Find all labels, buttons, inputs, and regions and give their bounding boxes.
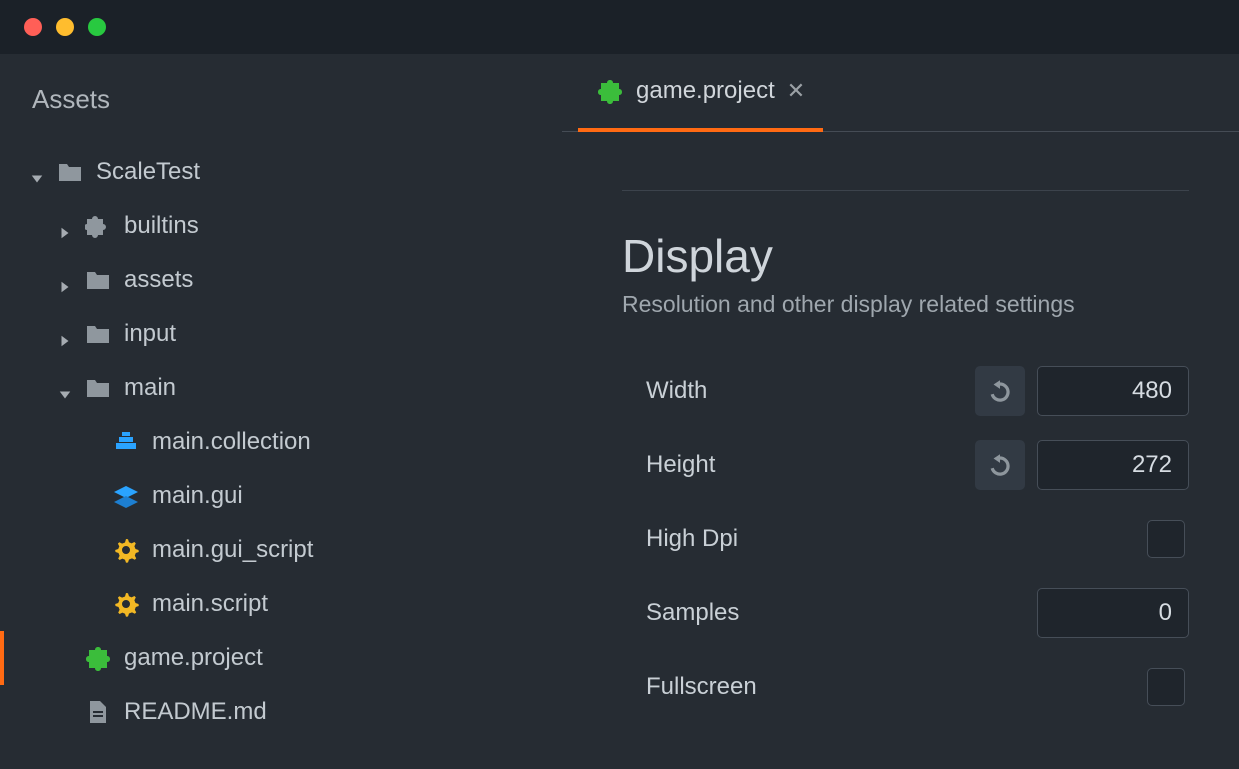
jigsaw-piece-icon xyxy=(596,77,624,105)
height-input[interactable] xyxy=(1037,440,1189,490)
window-minimize-button[interactable] xyxy=(56,18,74,36)
folder-icon xyxy=(84,266,112,294)
field-label: Samples xyxy=(622,599,922,627)
undo-icon xyxy=(986,451,1014,479)
cog-icon xyxy=(112,590,140,618)
field-height: Height xyxy=(622,428,1189,502)
tree-item-game-project[interactable]: game.project xyxy=(0,631,562,685)
field-label: Width xyxy=(622,377,922,405)
tree-item-label: main.script xyxy=(152,590,268,618)
jigsaw-piece-icon xyxy=(84,644,112,672)
field-fullscreen: Fullscreen xyxy=(622,650,1189,724)
puzzle-icon xyxy=(84,212,112,240)
fullscreen-checkbox[interactable] xyxy=(1147,668,1185,706)
samples-input[interactable] xyxy=(1037,588,1189,638)
tab-bar: game.project ✕ xyxy=(562,54,1239,132)
chevron-down-icon[interactable] xyxy=(30,165,44,179)
editor-panel: game.project ✕ Display Resolution and ot… xyxy=(562,54,1239,769)
field-samples: Samples xyxy=(622,576,1189,650)
width-input[interactable] xyxy=(1037,366,1189,416)
tree-item-label: main.collection xyxy=(152,428,311,456)
folder-icon xyxy=(56,158,84,186)
tree-item-label: ScaleTest xyxy=(96,158,200,186)
field-high-dpi: High Dpi xyxy=(622,502,1189,576)
high-dpi-checkbox[interactable] xyxy=(1147,520,1185,558)
tree-item-label: input xyxy=(124,320,176,348)
chevron-right-icon[interactable] xyxy=(58,273,72,287)
tree-item-assets[interactable]: assets xyxy=(0,253,562,307)
chevron-down-icon[interactable] xyxy=(58,381,72,395)
tree-item-main-script[interactable]: main.script xyxy=(0,577,562,631)
window-close-button[interactable] xyxy=(24,18,42,36)
tree-item-input[interactable]: input xyxy=(0,307,562,361)
reset-height-button[interactable] xyxy=(975,440,1025,490)
cog-icon xyxy=(112,536,140,564)
tree-item-scaletest[interactable]: ScaleTest xyxy=(0,145,562,199)
tree-item-main-gui[interactable]: main.gui xyxy=(0,469,562,523)
file-icon xyxy=(84,698,112,726)
layers-icon xyxy=(112,482,140,510)
tab-game-project[interactable]: game.project ✕ xyxy=(578,54,823,132)
tree-item-builtins[interactable]: builtins xyxy=(0,199,562,253)
chevron-right-icon[interactable] xyxy=(58,219,72,233)
tree-item-label: game.project xyxy=(124,644,263,672)
field-width: Width xyxy=(622,354,1189,428)
folder-icon xyxy=(84,374,112,402)
tree-item-label: main.gui_script xyxy=(152,536,313,564)
tree-item-label: main.gui xyxy=(152,482,243,510)
tree-item-label: main xyxy=(124,374,176,402)
field-label: Fullscreen xyxy=(622,673,922,701)
section-subtitle: Resolution and other display related set… xyxy=(622,291,1189,318)
tree-item-label: README.md xyxy=(124,698,267,726)
tree-item-label: builtins xyxy=(124,212,199,240)
assets-panel: Assets ScaleTest builtins assets input xyxy=(0,54,562,769)
asset-tree: ScaleTest builtins assets input main xyxy=(0,145,562,739)
editor-content: Display Resolution and other display rel… xyxy=(562,132,1239,769)
tab-label: game.project xyxy=(636,77,775,105)
chevron-right-icon[interactable] xyxy=(58,327,72,341)
tree-item-main-gui-script[interactable]: main.gui_script xyxy=(0,523,562,577)
field-label: High Dpi xyxy=(622,525,922,553)
tree-item-main[interactable]: main xyxy=(0,361,562,415)
titlebar xyxy=(0,0,1239,54)
tree-item-main-collection[interactable]: main.collection xyxy=(0,415,562,469)
tree-item-label: assets xyxy=(124,266,193,294)
collection-icon xyxy=(112,428,140,456)
section-title: Display xyxy=(622,229,1189,283)
window-zoom-button[interactable] xyxy=(88,18,106,36)
tree-item-readme[interactable]: README.md xyxy=(0,685,562,739)
undo-icon xyxy=(986,377,1014,405)
assets-panel-title: Assets xyxy=(0,54,562,145)
close-icon[interactable]: ✕ xyxy=(787,78,805,104)
folder-icon xyxy=(84,320,112,348)
reset-width-button[interactable] xyxy=(975,366,1025,416)
field-label: Height xyxy=(622,451,922,479)
